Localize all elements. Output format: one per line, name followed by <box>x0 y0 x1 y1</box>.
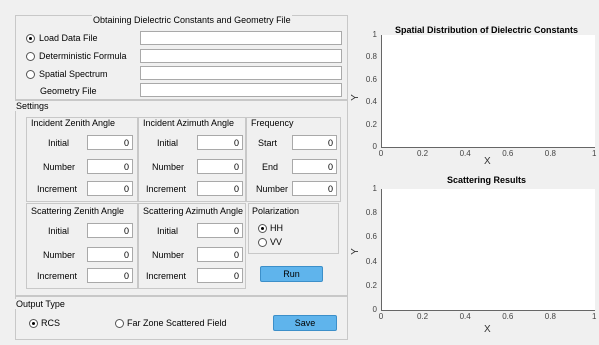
chart1-xtick-0: 0 <box>378 149 384 158</box>
chart1-xlabel: X <box>484 156 491 167</box>
chart2-ytick-0: 0 <box>372 305 377 314</box>
incident-azimuth-increment-input[interactable]: 0 <box>197 181 243 196</box>
load-data-file-input[interactable] <box>140 31 342 45</box>
incident-azimuth-initial-input[interactable]: 0 <box>197 135 243 150</box>
incident-zenith-initial-label: Initial <box>48 138 70 148</box>
scattering-zenith-number-input[interactable]: 0 <box>87 247 133 262</box>
chart1-ytick-1: 0.2 <box>365 119 377 129</box>
far-zone-label: Far Zone Scattered Field <box>127 318 227 328</box>
chart2-xtick-0: 0 <box>378 312 384 321</box>
frequency-end-label: End <box>262 162 279 172</box>
load-data-file-radio[interactable] <box>26 34 35 43</box>
incident-zenith-increment-input[interactable]: 0 <box>87 181 133 196</box>
spatial-spectrum-radio[interactable] <box>26 70 35 79</box>
incident-azimuth-number-input[interactable]: 0 <box>197 159 243 174</box>
chart2-ytick-2: 0.4 <box>365 256 377 266</box>
spatial-spectrum-input[interactable] <box>140 66 342 80</box>
chart2-title: Scattering Results <box>446 175 527 185</box>
chart1-ytick-4: 0.8 <box>365 52 377 62</box>
frequency-title: Frequency <box>250 118 295 128</box>
geometry-file-input[interactable] <box>140 83 342 97</box>
deterministic-formula-radio[interactable] <box>26 52 35 61</box>
chart1-ytick-3: 0.6 <box>365 74 377 84</box>
geometry-file-label: Geometry File <box>40 86 97 96</box>
chart2-ytick-3: 0.6 <box>365 232 377 242</box>
deterministic-formula-input[interactable] <box>140 49 342 63</box>
settings-title: Settings <box>15 101 50 111</box>
vv-radio[interactable] <box>258 238 267 247</box>
scattering-zenith-increment-input[interactable]: 0 <box>87 268 133 283</box>
polarization-title: Polarization <box>251 206 301 216</box>
chart2-ylabel: Y <box>349 248 361 255</box>
save-button[interactable]: Save <box>273 315 337 331</box>
incident-azimuth-title: Incident Azimuth Angle <box>142 118 236 128</box>
rcs-label: RCS <box>41 318 61 328</box>
load-data-file-label: Load Data File <box>39 33 98 43</box>
incident-zenith-initial-input[interactable]: 0 <box>87 135 133 150</box>
incident-azimuth-increment-label: Increment <box>146 184 187 194</box>
frequency-number-input[interactable]: 0 <box>292 181 337 196</box>
chart1-xtick-1: 0.2 <box>417 149 429 158</box>
hh-radio[interactable] <box>258 224 267 233</box>
frequency-start-input[interactable]: 0 <box>292 135 337 150</box>
chart2-xtick-4: 0.8 <box>544 312 556 321</box>
frequency-start-label: Start <box>258 138 278 148</box>
chart2-ytick-5: 1 <box>372 184 377 193</box>
scattering-zenith-initial-input[interactable]: 0 <box>87 223 133 238</box>
chart1-ytick-0: 0 <box>372 142 377 151</box>
chart1-ytick-2: 0.4 <box>365 97 377 107</box>
output-title: Output Type <box>15 299 66 309</box>
scattering-azimuth-title: Scattering Azimuth Angle <box>142 206 245 216</box>
incident-zenith-title: Incident Zenith Angle <box>30 118 117 128</box>
scattering-zenith-initial-label: Initial <box>48 226 70 236</box>
chart2-axes[interactable] <box>381 189 595 311</box>
far-zone-radio[interactable] <box>115 319 124 328</box>
incident-azimuth-initial-label: Initial <box>157 138 179 148</box>
chart2-xlabel: X <box>484 324 491 335</box>
scattering-azimuth-initial-label: Initial <box>157 226 179 236</box>
chart2-xtick-3: 0.6 <box>502 312 514 321</box>
incident-zenith-number-input[interactable]: 0 <box>87 159 133 174</box>
chart1-title: Spatial Distribution of Dielectric Const… <box>394 25 579 35</box>
chart2-ytick-4: 0.8 <box>365 208 377 218</box>
scattering-azimuth-number-label: Number <box>152 250 185 260</box>
scattering-zenith-title: Scattering Zenith Angle <box>30 206 126 216</box>
scattering-azimuth-initial-input[interactable]: 0 <box>197 223 243 238</box>
deterministic-formula-label: Deterministic Formula <box>39 51 127 61</box>
vv-label: VV <box>270 237 283 247</box>
rcs-radio[interactable] <box>29 319 38 328</box>
chart1-xtick-3: 0.6 <box>502 149 514 158</box>
chart1-xtick-2: 0.4 <box>459 149 471 158</box>
incident-zenith-number-label: Number <box>43 162 76 172</box>
chart2-ytick-1: 0.2 <box>365 280 377 290</box>
chart1-xtick-4: 0.8 <box>544 149 556 158</box>
chart1-ytick-5: 1 <box>372 30 377 39</box>
chart2-xtick-1: 0.2 <box>417 312 429 321</box>
scattering-azimuth-increment-input[interactable]: 0 <box>197 268 243 283</box>
chart1-xtick-5: 1 <box>592 149 597 158</box>
frequency-number-label: Number <box>256 184 289 194</box>
chart1-ylabel: Y <box>349 94 361 101</box>
scattering-zenith-number-label: Number <box>43 250 76 260</box>
chart2-xtick-2: 0.4 <box>459 312 471 321</box>
geometry-panel-title: Obtaining Dielectric Constants and Geome… <box>92 15 292 25</box>
frequency-end-input[interactable]: 0 <box>292 159 337 174</box>
scattering-azimuth-number-input[interactable]: 0 <box>197 247 243 262</box>
chart2-xtick-5: 1 <box>592 312 597 321</box>
scattering-azimuth-increment-label: Increment <box>146 271 187 281</box>
incident-zenith-increment-label: Increment <box>37 184 78 194</box>
scattering-zenith-increment-label: Increment <box>37 271 78 281</box>
spatial-spectrum-label: Spatial Spectrum <box>39 69 108 79</box>
run-button[interactable]: Run <box>260 266 323 282</box>
chart1-axes[interactable] <box>381 35 595 148</box>
incident-azimuth-number-label: Number <box>152 162 185 172</box>
hh-label: HH <box>270 223 283 233</box>
